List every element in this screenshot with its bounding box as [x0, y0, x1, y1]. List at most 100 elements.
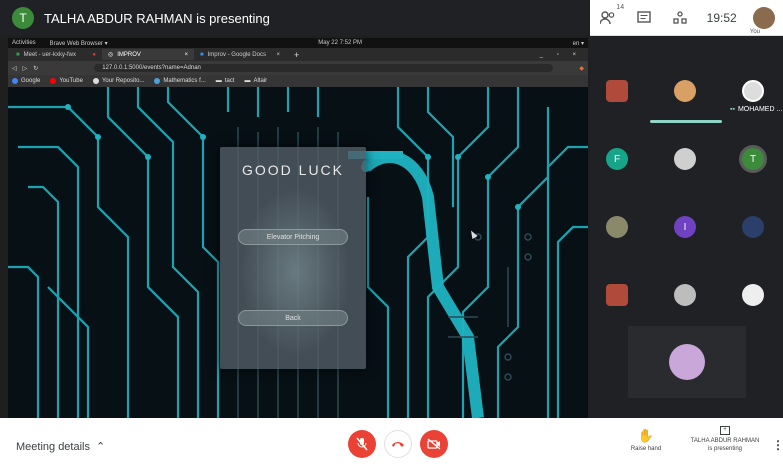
participant-tile[interactable]: I	[660, 202, 710, 252]
os-datetime: May 22 7:52 PM	[318, 40, 362, 46]
bookmark-label: YouTube	[59, 78, 83, 84]
you-label: You	[749, 28, 760, 35]
window-controls[interactable]: _ ▫ ×	[540, 52, 582, 58]
bookmark-label: Google	[21, 78, 41, 84]
meet-favicon-icon: ■	[16, 51, 20, 58]
shared-screen: Activities Brave Web Browser ▾ May 22 7:…	[8, 38, 588, 418]
people-count-badge: 14	[616, 3, 625, 11]
bookmark-mathematics[interactable]: Mathematics f...	[154, 78, 206, 84]
bookmark-youtube[interactable]: YouTube	[50, 78, 83, 84]
participant-avatar	[742, 216, 764, 238]
bookmark-altair[interactable]: ▬ Altair	[244, 78, 267, 84]
mic-off-button[interactable]	[348, 430, 376, 458]
raise-hand-button[interactable]: ✋ Raise hand	[626, 428, 666, 452]
present-screen-icon: +	[720, 426, 730, 435]
mic-off-icon	[356, 437, 368, 451]
clock: 19:52	[706, 10, 737, 25]
bookmarks-bar: Google YouTube Your Reposito... Mathemat…	[8, 75, 588, 87]
speaking-indicator	[650, 120, 722, 123]
close-tab-icon[interactable]: ×	[276, 52, 280, 58]
browser-tab-improv[interactable]: ◎ IMPROV ×	[102, 49, 194, 60]
self-view-avatar	[669, 344, 705, 380]
leave-call-button[interactable]	[384, 430, 412, 458]
participant-tile[interactable]	[728, 270, 778, 320]
hang-up-icon	[392, 442, 404, 447]
presenter-status-text: is presenting	[707, 446, 743, 452]
docs-favicon-icon: ■	[200, 51, 204, 58]
participant-tile[interactable]	[592, 270, 642, 320]
tab-label: Improv - Google Docs	[207, 51, 266, 58]
participant-tile[interactable]: F	[592, 134, 642, 184]
app-card: GOOD LUCK Elevator Pitching Back	[220, 147, 366, 369]
folder-icon: ▬	[215, 78, 222, 84]
participant-avatar	[742, 80, 764, 102]
meeting-details-label: Meeting details	[16, 440, 90, 453]
participant-avatar	[606, 216, 628, 238]
os-top-bar: Activities Brave Web Browser ▾ May 22 7:…	[8, 38, 588, 48]
people-icon[interactable]: 14	[598, 4, 624, 28]
participant-tile[interactable]	[660, 270, 710, 320]
browser-tab-meet[interactable]: ■ Meet - uer-kxky-fwx ●	[10, 49, 102, 60]
bookmark-google[interactable]: Google	[12, 78, 40, 84]
meet-window: T TALHA ABDUR RAHMAN is presenting 14 19…	[0, 0, 783, 467]
presenting-bar: T TALHA ABDUR RAHMAN is presenting	[0, 0, 590, 36]
bookmark-label: Your Reposito...	[101, 78, 145, 84]
participant-avatar: T	[739, 145, 767, 173]
folder-icon: ▬	[244, 78, 251, 84]
raise-hand-label: Raise hand	[630, 446, 662, 452]
participant-tile[interactable]	[592, 66, 642, 116]
back-icon[interactable]: ◁	[12, 65, 17, 72]
participant-tile[interactable]	[592, 202, 642, 252]
participant-avatar	[606, 284, 628, 306]
participant-tile[interactable]: T	[728, 134, 778, 184]
bookmark-label: Mathematics f...	[163, 78, 206, 84]
participants-panel: F T I ▪▪ MOHAMED ...	[590, 36, 783, 418]
new-tab-icon[interactable]: +	[294, 50, 299, 60]
url-field[interactable]: 127.0.0.1:5000/events?name=Adnan	[94, 64, 554, 72]
participant-avatar	[606, 80, 628, 102]
participant-tile[interactable]	[660, 134, 710, 184]
more-options-icon[interactable]: ⋮	[772, 438, 783, 452]
brave-shield-icon[interactable]: ◆	[579, 65, 584, 72]
browser-tab-docs[interactable]: ■ Improv - Google Docs ×	[194, 49, 286, 60]
youtube-icon	[50, 78, 57, 84]
browser-tab-bar: ■ Meet - uer-kxky-fwx ● ◎ IMPROV × ■ Imp…	[8, 48, 588, 61]
github-icon	[92, 78, 99, 84]
close-tab-icon[interactable]: ×	[184, 52, 188, 58]
os-activities: Activities	[12, 40, 36, 46]
activities-icon[interactable]	[670, 8, 690, 28]
camera-off-button[interactable]	[420, 430, 448, 458]
speaker-name: MOHAMED ...	[737, 106, 783, 113]
audio-level-icon: ▪▪	[730, 106, 735, 113]
self-view-tile[interactable]	[628, 326, 746, 398]
back-button[interactable]: Back	[238, 310, 348, 326]
address-bar: ◁ ▷ ↻ 127.0.0.1:5000/events?name=Adnan ◆	[8, 61, 588, 75]
google-icon	[12, 78, 18, 84]
presenter-status[interactable]: + TALHA ABDUR RAHMAN is presenting	[680, 426, 770, 453]
participant-tile[interactable]	[728, 202, 778, 252]
participant-avatar: I	[674, 216, 696, 238]
hand-icon: ✋	[637, 428, 655, 443]
presenter-name: TALHA ABDUR RAHMAN	[690, 438, 760, 444]
bookmark-tact[interactable]: ▬ tact	[216, 78, 235, 84]
elevator-pitching-button[interactable]: Elevator Pitching	[238, 229, 348, 245]
participant-avatar	[674, 284, 696, 306]
participant-avatar: F	[606, 148, 628, 170]
top-right-controls: 14 19:52 You	[590, 0, 783, 36]
bookmark-label: Altair	[253, 78, 268, 84]
blurred-video-overlay	[240, 187, 350, 357]
os-app-name: Brave Web Browser ▾	[49, 40, 108, 47]
meeting-details-button[interactable]: Meeting details ⌃	[16, 440, 106, 454]
card-title: GOOD LUCK	[241, 162, 344, 178]
participant-tile[interactable]	[660, 66, 710, 116]
camera-off-icon	[427, 438, 441, 450]
course-icon	[154, 78, 161, 84]
reload-icon[interactable]: ↻	[33, 65, 38, 72]
forward-icon[interactable]: ▷	[23, 65, 28, 72]
chat-icon[interactable]	[634, 8, 654, 28]
bookmark-github[interactable]: Your Reposito...	[92, 78, 145, 84]
self-avatar: You	[750, 6, 775, 35]
tab-label: Meet - uer-kxky-fwx	[23, 51, 76, 58]
participant-avatar	[674, 148, 696, 170]
chevron-up-icon: ⌃	[96, 441, 106, 453]
